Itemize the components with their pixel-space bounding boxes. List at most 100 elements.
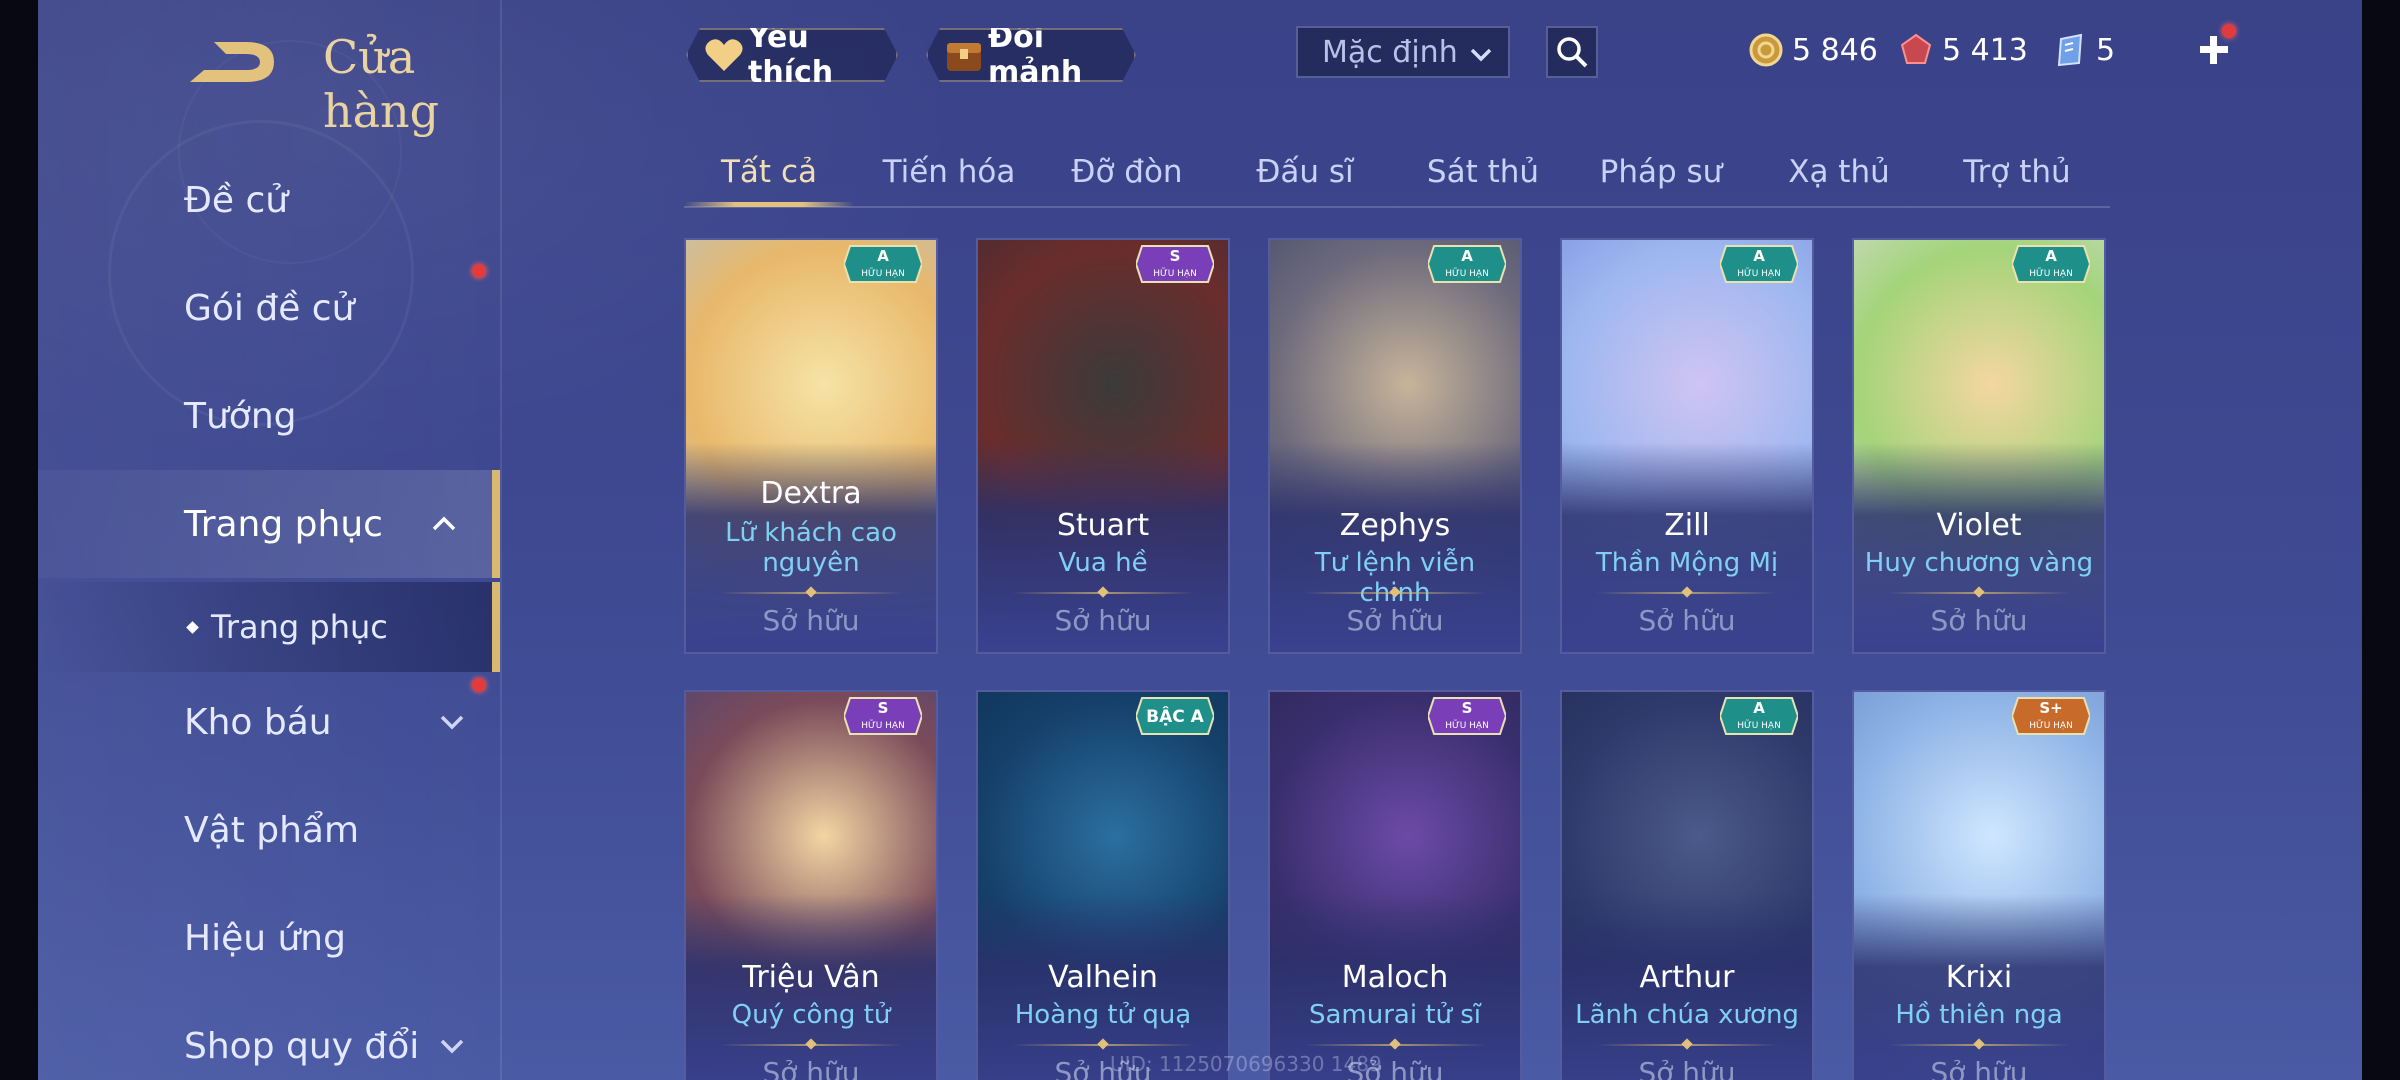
tab-marksman[interactable]: Xạ thủ (1754, 140, 1924, 204)
ownership-status: Sở hữu (1638, 604, 1736, 637)
sidebar-item-heroes[interactable]: Tướng (38, 370, 500, 462)
card-divider (1596, 586, 1778, 598)
rarity-badge: S HỮU HẠN (1134, 242, 1216, 286)
hero-name: Zephys (1339, 508, 1451, 543)
gold-coin-icon (1748, 32, 1784, 68)
sidebar-item-label: Hiệu ứng (184, 917, 346, 959)
favorites-button[interactable]: Yêu thích (686, 28, 898, 82)
card-divider (1888, 586, 2070, 598)
skin-name: Quý công tử (731, 1000, 891, 1030)
notification-dot (2222, 24, 2236, 38)
badge-grade: A (2045, 247, 2057, 265)
ownership-status: Sở hữu (1930, 604, 2028, 637)
badge-grade: S (1462, 699, 1473, 717)
rarity-badge: BẬC A (1134, 694, 1216, 738)
skin-name: Lãnh chúa xương (1575, 1000, 1799, 1030)
ownership-status: Sở hữu (1638, 1056, 1736, 1080)
tab-mage[interactable]: Pháp sư (1576, 140, 1746, 204)
hero-name: Zill (1664, 508, 1710, 543)
sidebar-item-effects[interactable]: Hiệu ứng (38, 892, 500, 984)
sidebar-item-skins[interactable]: Trang phục (38, 470, 500, 578)
skin-name: Hồ thiên nga (1895, 1000, 2063, 1030)
card-divider (1596, 1038, 1778, 1050)
tab-all[interactable]: Tất cả (684, 140, 854, 207)
tab-support[interactable]: Trợ thủ (1932, 140, 2102, 204)
sidebar-subitem-skins[interactable]: Trang phục (38, 582, 500, 672)
sidebar-item-label: Gói đề cử (184, 287, 355, 329)
skin-card[interactable]: S HỮU HẠN Stuart Vua hề Sở hữu (976, 238, 1230, 654)
tab-label: Đỡ đòn (1071, 154, 1183, 190)
skin-name: Tư lệnh viễn chinh (1314, 548, 1476, 608)
badge-grade: A (1753, 699, 1765, 717)
badge-grade: S (878, 699, 889, 717)
notification-dot (472, 264, 486, 278)
sidebar-item-featured-bundles[interactable]: Gói đề cử (38, 262, 500, 354)
hero-name: Violet (1936, 508, 2022, 543)
skin-card[interactable]: A HỮU HẠN Dextra Lữ khách cao nguyên Sở hữu (684, 238, 938, 654)
badge-limited: HỮU HẠN (1445, 267, 1489, 279)
rarity-badge: S HỮU HẠN (1426, 694, 1508, 738)
badge-grade: A (877, 247, 889, 265)
skin-card[interactable]: A HỮU HẠN Arthur Lãnh chúa xương Sở hữu (1560, 690, 1814, 1080)
back-button[interactable] (184, 34, 284, 90)
sidebar-item-items[interactable]: Vật phẩm (38, 784, 500, 876)
tab-label: Đấu sĩ (1256, 154, 1354, 190)
uid-watermark: UID: 1125070696330 1489 (1110, 1052, 1382, 1076)
sidebar-item-treasure[interactable]: Kho báu (38, 676, 500, 768)
badge-limited: HỮU HẠN (861, 267, 905, 279)
skin-card[interactable]: S HỮU HẠN Maloch Samurai tử sĩ Sở hữu (1268, 690, 1522, 1080)
card-divider (1012, 586, 1194, 598)
sidebar-item-exchange-shop[interactable]: Shop quy đổi (38, 1000, 500, 1080)
sidebar-item-label: Vật phẩm (184, 809, 360, 851)
skin-card[interactable]: A HỮU HẠN Zephys Tư lệnh viễn chinhSở hữu (1268, 238, 1522, 654)
fragment-exchange-button[interactable]: Đổi mảnh (926, 28, 1136, 82)
notification-dot (472, 678, 486, 692)
chevron-up-icon (432, 516, 456, 531)
badge-limited: HỮU HẠN (1445, 719, 1489, 731)
ownership-status: Sở hữu (762, 604, 860, 637)
skin-name: Vua hề (1058, 548, 1148, 578)
category-tabs: Tất cả Tiến hóa Đỡ đòn Đấu sĩ Sát thủ Ph… (684, 140, 2110, 208)
sidebar-item-label: Trang phục (184, 503, 383, 545)
sidebar-item-featured[interactable]: Đề cử (38, 154, 500, 246)
badge-limited: HỮU HẠN (1153, 267, 1197, 279)
tab-tank[interactable]: Đỡ đòn (1042, 140, 1212, 204)
badge-grade: S (1170, 247, 1181, 265)
gold-currency: 5 846 (1748, 28, 1878, 72)
card-divider (720, 586, 902, 598)
red-gem-icon (1898, 32, 1934, 68)
fragment-exchange-label: Đổi mảnh (988, 20, 1083, 90)
voucher-currency: 5 (2052, 28, 2115, 72)
sidebar-item-label: Kho báu (184, 701, 332, 743)
badge-grade: A (1753, 247, 1765, 265)
skin-name: Samurai tử sĩ (1308, 1000, 1482, 1030)
search-icon (1557, 37, 1588, 68)
chevron-down-icon (440, 715, 464, 730)
heart-icon (704, 35, 744, 75)
search-button[interactable] (1546, 26, 1598, 78)
sort-selected-value: Mặc định (1322, 34, 1458, 70)
hero-name: Dextra (760, 476, 862, 511)
badge-grade: A (1461, 247, 1473, 265)
skin-card[interactable]: A HỮU HẠN Violet Huy chương vàng Sở hữu (1852, 238, 2106, 654)
skin-card[interactable]: BẬC A Valhein Hoàng tử quạ Sở hữu (976, 690, 1230, 1080)
add-currency-button[interactable] (2192, 24, 2236, 72)
skin-card[interactable]: S HỮU HẠN Triệu Vân Quý công tử Sở hữu (684, 690, 938, 1080)
skin-card[interactable]: S+ HỮU HẠN Krixi Hồ thiên nga Sở hữu (1852, 690, 2106, 1080)
tab-evolution[interactable]: Tiến hóa (864, 140, 1034, 204)
rarity-badge: S HỮU HẠN (842, 694, 924, 738)
tab-label: Tiến hóa (882, 154, 1016, 190)
ownership-status: Sở hữu (1930, 1056, 2028, 1080)
skin-card[interactable]: A HỮU HẠN Zill Thần Mộng Mị Sở hữu (1560, 238, 1814, 654)
page-title: Cửa hàng (323, 30, 440, 138)
chevron-down-icon (1470, 48, 1492, 62)
skin-name: Thần Mộng Mị (1595, 548, 1779, 578)
badge-limited: HỮU HẠN (1737, 267, 1781, 279)
tab-label: Sát thủ (1426, 154, 1540, 190)
tab-assassin[interactable]: Sát thủ (1398, 140, 1568, 204)
hero-name: Maloch (1341, 960, 1449, 995)
card-divider (1888, 1038, 2070, 1050)
tab-fighter[interactable]: Đấu sĩ (1220, 140, 1390, 204)
currency-value: 5 846 (1792, 32, 1878, 68)
sort-dropdown[interactable]: Mặc định (1296, 26, 1510, 78)
